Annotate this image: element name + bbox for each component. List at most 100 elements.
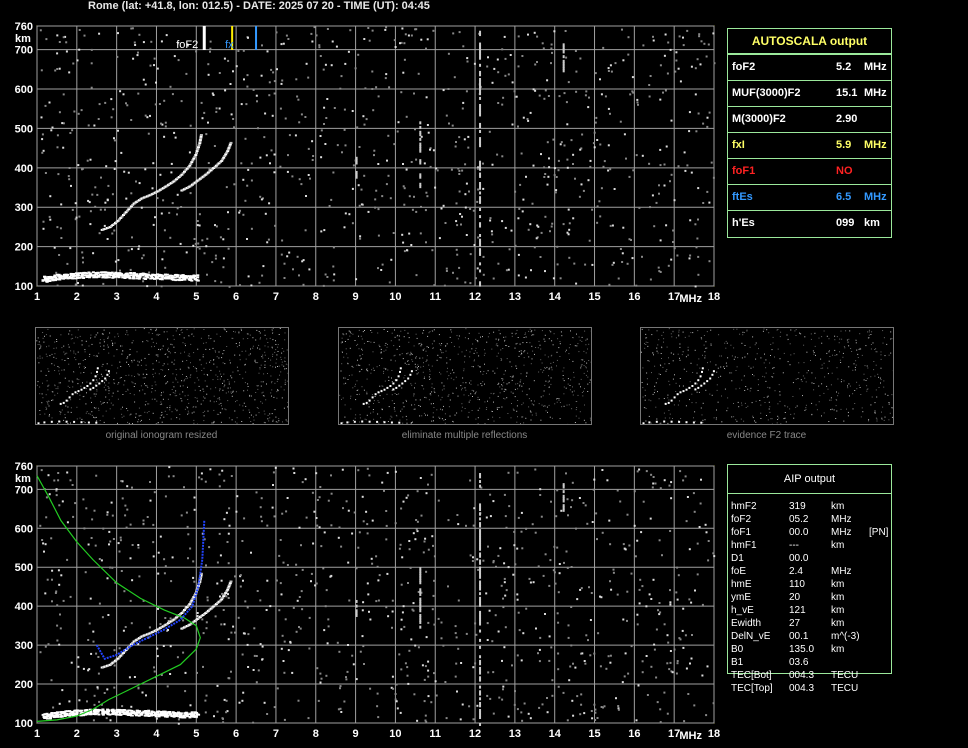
noise-dot [702,122,705,125]
thumb-noise-dot [114,383,116,385]
noise-dot [664,89,667,92]
thumb-noise-dot [563,380,565,382]
thumb-noise-dot [502,379,503,381]
thumb-noise-dot [275,344,277,345]
noise-dot [430,701,433,704]
thumb-noise-dot [267,373,268,374]
thumb-noise-dot [140,385,142,387]
thumb-noise-dot [64,352,66,354]
thumb-noise-dot [208,337,210,339]
noise-dot [41,539,44,541]
noise-dot [97,118,100,120]
trace-dot [226,150,230,153]
noise-dot [286,170,289,173]
noise-dot [489,697,492,700]
noise-dot [468,190,470,193]
noise-dot [617,708,620,711]
thumb-noise-dot [51,353,53,355]
noise-dot [281,512,284,515]
noise-dot [51,569,54,572]
thumb-noise-dot [544,384,546,386]
thumb-noise-dot [583,372,585,374]
noise-dot [626,590,629,593]
thumb-noise-dot [356,394,358,395]
thumb-noise-dot [272,347,273,349]
thumb-noise-dot [394,410,396,412]
noise-dot [472,718,475,721]
thumb-noise-dot [577,394,579,396]
thumb-noise-dot [567,423,569,424]
noise-dot [294,134,297,137]
noise-dot [394,470,397,473]
thumb-noise-dot [107,346,109,348]
thumb-noise-dot [199,359,201,361]
noise-dot [103,224,106,227]
thumb-noise-dot [496,343,498,345]
noise-dot [624,652,627,655]
noise-dot [594,711,597,714]
thumb-noise-dot [262,381,264,383]
noise-dot [424,209,427,212]
thumb-noise-dot [544,354,546,356]
noise-dot [557,169,560,172]
noise-dot [89,597,92,600]
noise-dot [594,708,597,711]
thumb-noise-dot [189,376,191,378]
noise-dot [147,132,150,135]
thumb-noise-dot [544,340,546,342]
thumb-noise-dot [133,359,135,361]
thumb-noise-dot [563,367,565,369]
thumb-noise-dot [548,393,550,395]
thumb-noise-dot [58,370,60,372]
thumb-noise-dot [272,328,274,329]
thumb-noise-dot [131,361,133,363]
noise-dot [171,93,174,96]
noise-dot [113,686,116,689]
noise-dot [205,621,208,624]
noise-dot [682,36,684,39]
thumb-noise-dot [68,380,70,382]
noise-dot [176,213,178,216]
thumb-noise-dot [345,348,347,350]
noise-dot [520,511,523,514]
noise-dot [700,40,703,43]
noise-dot [593,703,596,706]
thumb-noise-dot [404,362,406,364]
thumb-noise-dot [420,366,422,368]
thumb-noise-dot [65,405,67,407]
noise-dot [361,635,364,638]
noise-dot [659,98,662,101]
noise-dot [149,481,151,483]
thumb-noise-dot [413,408,415,410]
thumb-noise-dot [405,399,407,401]
noise-dot [312,155,315,157]
thumb-noise-dot [154,390,156,392]
thumb-noise-dot [44,413,46,415]
noise-dot [503,562,506,565]
thumb-noise-dot [514,333,516,335]
noise-dot [550,646,553,649]
thumb-noise-dot [254,399,256,401]
noise-dot [93,694,96,697]
noise-dot [53,246,56,249]
interference-dot [355,156,358,160]
thumb-noise-dot [218,357,220,359]
thumb-noise-dot [373,369,375,371]
noise-dot [226,541,229,543]
thumb-noise-dot [41,393,43,395]
thumb-noise-dot [371,369,373,371]
thumb-noise-dot [272,420,274,422]
x-tick-label: 14 [549,291,562,303]
e-layer-dot [147,715,151,717]
noise-dot [617,277,620,280]
thumb-noise-dot [343,356,345,358]
thumb-noise-dot [37,357,39,359]
thumb-noise-dot [580,365,582,367]
thumb-noise-dot [452,369,453,371]
thumb-noise-dot [127,356,129,358]
noise-dot [516,598,519,601]
thumb-noise-dot [201,370,203,371]
thumb-noise-dot [96,355,98,357]
thumb-noise-dot [130,413,132,415]
thumb-noise-dot [228,383,230,385]
